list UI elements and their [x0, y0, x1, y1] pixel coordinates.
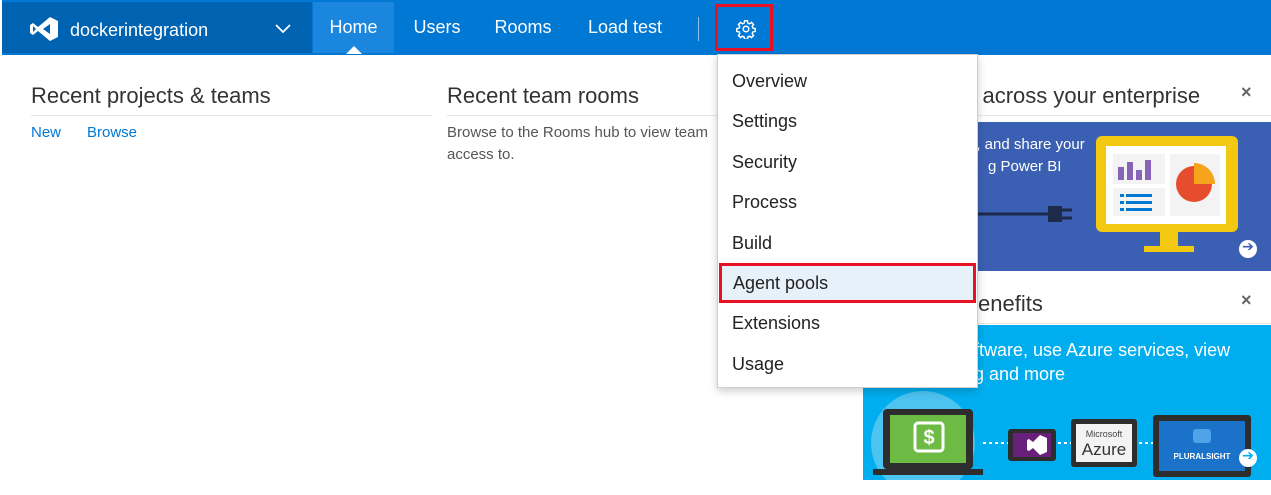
- browse-projects-link[interactable]: Browse: [87, 124, 137, 141]
- powerbi-illustration-icon: [948, 136, 1238, 252]
- nav-separator: [698, 17, 699, 41]
- menu-item-extensions[interactable]: Extensions: [718, 303, 977, 343]
- benefits-divider: [958, 323, 1271, 324]
- menu-item-security[interactable]: Security: [718, 142, 977, 182]
- benefits-panel-title: enefits: [978, 291, 1043, 316]
- chevron-down-icon[interactable]: [274, 22, 292, 34]
- logo-azure-text: Azure: [1082, 440, 1126, 459]
- recent-projects-divider: [31, 115, 432, 116]
- gear-icon: [736, 20, 756, 39]
- top-bar: dockerintegration Home Users Rooms Load …: [0, 0, 1271, 55]
- powerbi-divider: [958, 115, 1271, 116]
- account-name: dockerintegration: [70, 20, 209, 40]
- nav-users[interactable]: Users: [404, 2, 470, 53]
- new-project-link[interactable]: New: [31, 124, 61, 141]
- logo-microsoft-text: Microsoft: [1086, 429, 1123, 439]
- recent-rooms-text-1: Browse to the Rooms hub to view team: [447, 124, 708, 141]
- nav-load-test[interactable]: Load test: [577, 2, 673, 53]
- nav-home[interactable]: Home: [313, 2, 394, 54]
- visual-studio-logo-icon: [30, 17, 58, 41]
- powerbi-next-arrow-icon[interactable]: ➔: [1239, 238, 1257, 258]
- account-switcher[interactable]: dockerintegration: [2, 2, 312, 53]
- svg-text:$: $: [923, 427, 934, 449]
- menu-item-agent-pools[interactable]: Agent pools: [719, 263, 976, 303]
- recent-rooms-title: Recent team rooms: [447, 83, 639, 108]
- recent-rooms-divider: [447, 115, 717, 116]
- recent-rooms-text-2: access to.: [447, 146, 515, 163]
- powerbi-panel-title: ta across your enterprise: [958, 83, 1201, 108]
- benefits-next-arrow-icon[interactable]: ➔: [1239, 447, 1257, 467]
- menu-item-settings[interactable]: Settings: [718, 101, 977, 141]
- nav-rooms[interactable]: Rooms: [486, 2, 560, 53]
- benefits-close-icon[interactable]: ×: [1241, 290, 1252, 311]
- menu-item-process[interactable]: Process: [718, 182, 977, 222]
- menu-item-overview[interactable]: Overview: [718, 61, 977, 101]
- settings-menu: Overview Settings Security Process Build…: [717, 54, 978, 388]
- powerbi-close-icon[interactable]: ×: [1241, 82, 1252, 103]
- menu-item-build[interactable]: Build: [718, 223, 977, 263]
- logo-pluralsight-text: PLURALSIGHT: [1174, 452, 1231, 461]
- settings-button[interactable]: [715, 4, 773, 51]
- recent-projects-title: Recent projects & teams: [31, 83, 271, 108]
- menu-item-usage[interactable]: Usage: [718, 344, 977, 384]
- powerbi-banner[interactable]: e, and share your g Power BI ➔: [948, 122, 1271, 271]
